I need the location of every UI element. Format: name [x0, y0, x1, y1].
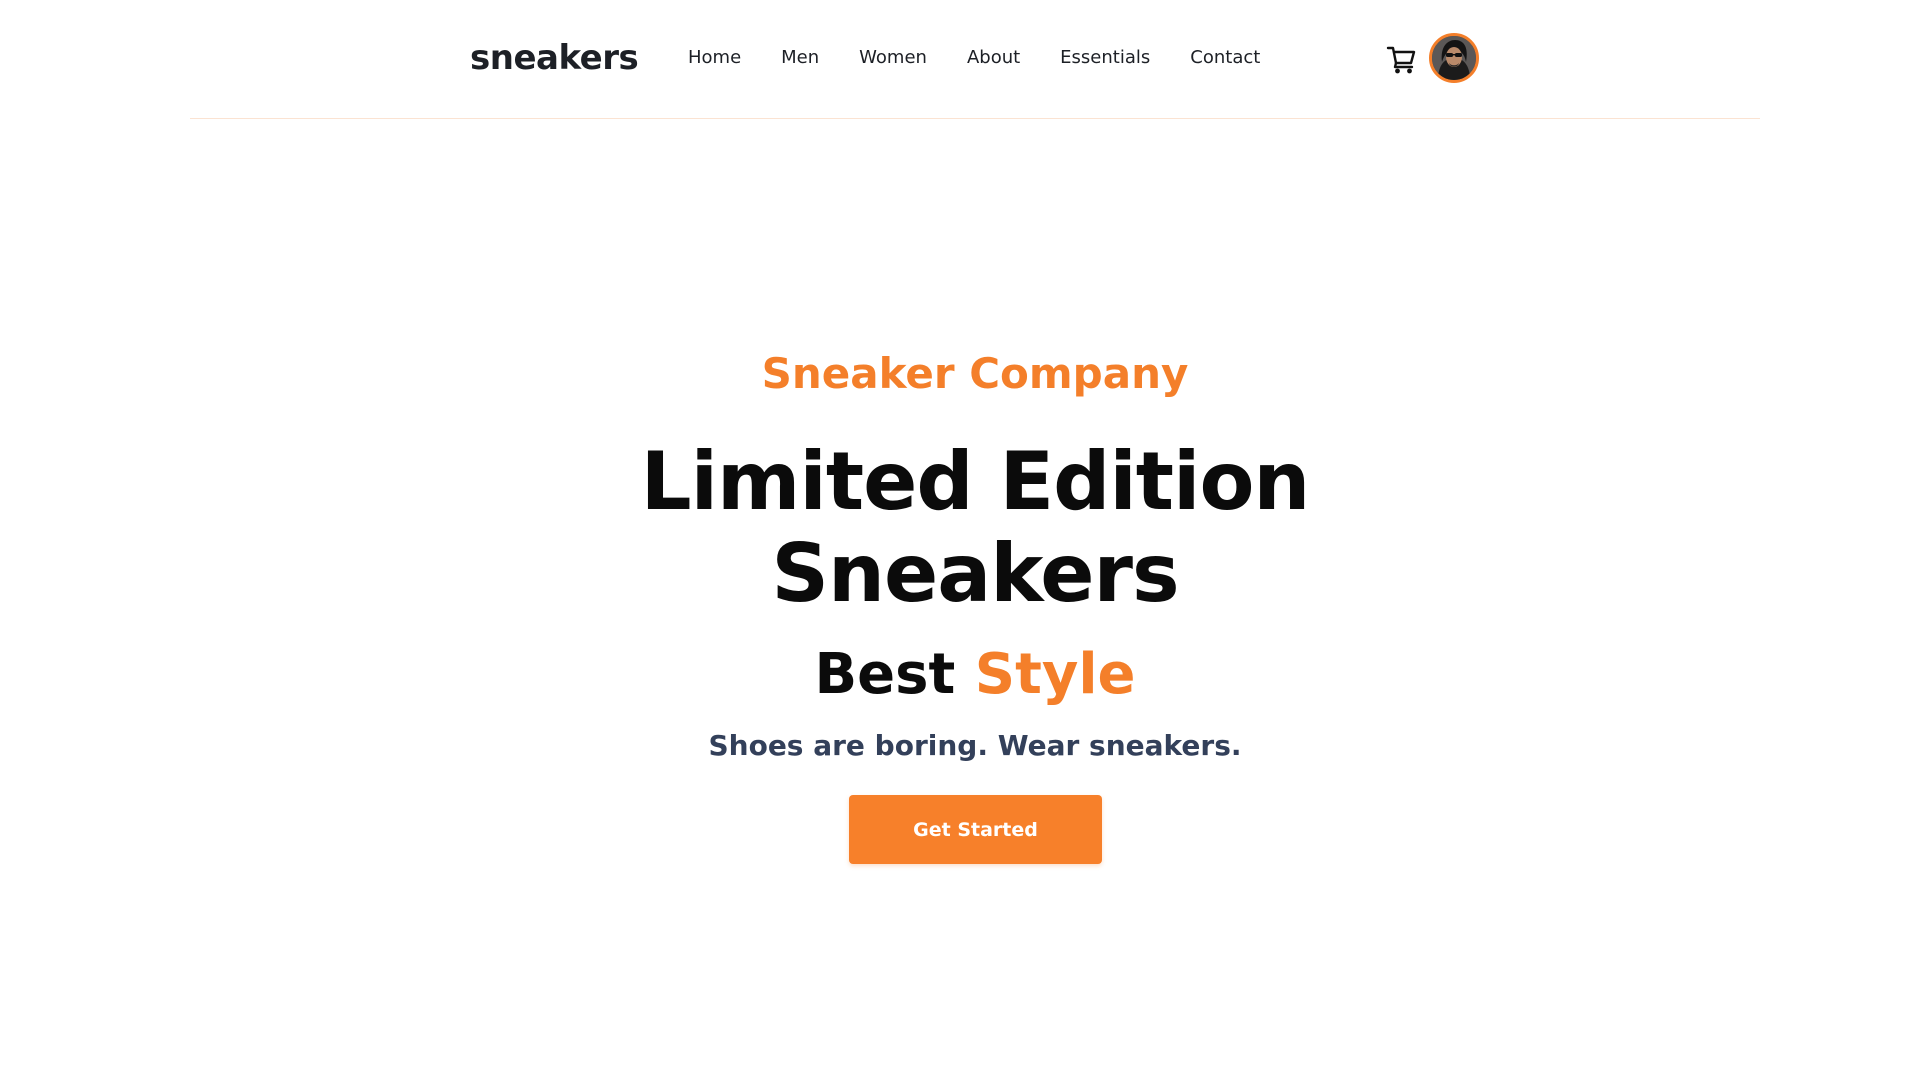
hero-headline: Limited Edition Sneakers — [0, 436, 1920, 620]
site-header: sneakers Home Men Women About Essentials… — [190, 0, 1760, 119]
nav-contact[interactable]: Contact — [1190, 46, 1260, 70]
hero-subhead: Best Style — [0, 640, 1920, 710]
main-nav: Home Men Women About Essentials Contact — [688, 46, 1300, 70]
headline-line-2: Sneakers — [771, 527, 1179, 620]
get-started-button[interactable]: Get Started — [849, 795, 1102, 864]
cart-icon[interactable] — [1386, 43, 1418, 75]
hero-tagline: Shoes are boring. Wear sneakers. — [708, 729, 1242, 762]
hero-eyebrow: Sneaker Company — [761, 349, 1189, 398]
avatar-image — [1432, 36, 1476, 80]
headline-line-1: Limited Edition — [640, 435, 1311, 528]
nav-men[interactable]: Men — [781, 46, 819, 70]
subhead-prefix: Best — [814, 642, 956, 707]
user-avatar[interactable] — [1429, 33, 1479, 83]
cart-icon-svg — [1386, 46, 1416, 74]
nav-home[interactable]: Home — [688, 46, 741, 70]
nav-about[interactable]: About — [967, 46, 1020, 70]
subhead-accent: Style — [974, 642, 1136, 707]
nav-women[interactable]: Women — [859, 46, 927, 70]
logo[interactable]: sneakers — [470, 36, 639, 80]
nav-essentials[interactable]: Essentials — [1060, 46, 1150, 70]
